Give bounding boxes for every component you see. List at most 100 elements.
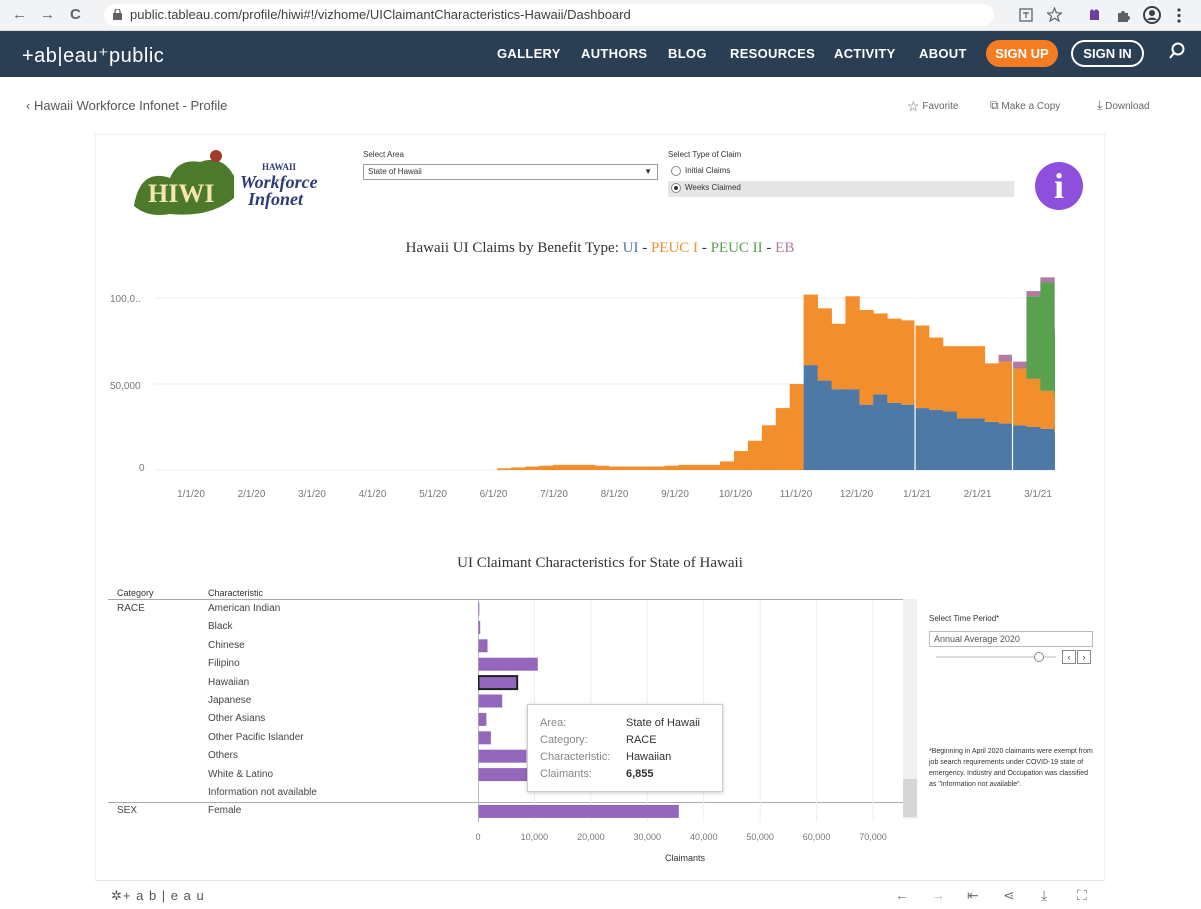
- bar-eb[interactable]: [1026, 291, 1041, 297]
- puzzle-icon[interactable]: [1116, 8, 1130, 22]
- bar-ui[interactable]: [984, 421, 999, 470]
- bar-female[interactable]: [478, 804, 679, 818]
- nav-gallery[interactable]: GALLERY: [497, 46, 561, 61]
- bar-ui[interactable]: [942, 411, 958, 470]
- redo-icon[interactable]: →: [931, 887, 945, 903]
- bar-peuc-i[interactable]: [845, 296, 860, 390]
- bar-peuc-i[interactable]: [608, 466, 624, 470]
- extension-icon[interactable]: [1088, 8, 1101, 22]
- bar-other-pacific-islander[interactable]: [478, 731, 491, 745]
- bar-peuc-i[interactable]: [761, 425, 777, 470]
- bar-eb[interactable]: [1054, 328, 1055, 333]
- bar-peuc-ii[interactable]: [1040, 282, 1055, 391]
- nav-blog[interactable]: BLOG: [668, 46, 707, 61]
- bar-peuc-i[interactable]: [817, 308, 832, 381]
- bar-ui[interactable]: [956, 418, 972, 470]
- bar-peuc-i[interactable]: [692, 464, 707, 470]
- bar-peuc-i[interactable]: [831, 323, 846, 390]
- back-arrow-icon[interactable]: ←: [12, 6, 27, 23]
- bar-peuc-i[interactable]: [747, 440, 763, 470]
- bar-ui[interactable]: [817, 380, 832, 470]
- bar-peuc-i[interactable]: [928, 337, 944, 410]
- table-scrollbar[interactable]: [903, 599, 917, 819]
- bar-ui[interactable]: [1040, 428, 1055, 470]
- bar-ui[interactable]: [803, 365, 818, 470]
- profile-icon[interactable]: [1143, 6, 1161, 24]
- bar-peuc-i[interactable]: [901, 320, 916, 405]
- bar-ui[interactable]: [970, 418, 986, 470]
- bar-peuc-i[interactable]: [664, 465, 679, 470]
- bar-peuc-i[interactable]: [525, 466, 540, 470]
- bar-ui[interactable]: [1026, 427, 1041, 470]
- bar-peuc-i[interactable]: [887, 318, 902, 403]
- bar-eb[interactable]: [1012, 361, 1027, 369]
- bar-peuc-i[interactable]: [859, 310, 874, 405]
- scrollbar-thumb[interactable]: [903, 779, 917, 817]
- address-bar[interactable]: public.tableau.com/profile/hiwi#!/vizhom…: [104, 4, 994, 26]
- nav-resources[interactable]: RESOURCES: [730, 46, 815, 61]
- bar-peuc-i[interactable]: [636, 466, 651, 470]
- bar-peuc-i[interactable]: [594, 465, 610, 470]
- bar-ui[interactable]: [873, 394, 888, 470]
- claims-area-chart[interactable]: [155, 270, 1055, 480]
- share-icon[interactable]: ⋖: [1003, 887, 1015, 904]
- bar-peuc-i[interactable]: [539, 465, 554, 470]
- bar-other-asians[interactable]: [478, 712, 487, 726]
- download-viz-icon[interactable]: ⤓: [1041, 887, 1047, 904]
- bar-peuc-i[interactable]: [1040, 390, 1055, 429]
- bar-peuc-i[interactable]: [775, 408, 791, 470]
- bar-peuc-i[interactable]: [970, 346, 986, 419]
- make-copy-button[interactable]: ⧉ Make a Copy: [990, 98, 1060, 113]
- bar-filipino[interactable]: [478, 657, 538, 671]
- bar-peuc-i[interactable]: [915, 325, 930, 409]
- search-icon[interactable]: [1168, 42, 1186, 60]
- bar-peuc-i[interactable]: [1026, 378, 1041, 427]
- time-period-dropdown[interactable]: Annual Average 2020: [929, 631, 1093, 647]
- bar-ui[interactable]: [1012, 425, 1027, 470]
- select-area-dropdown[interactable]: State of Hawaii ▼: [363, 164, 658, 180]
- bar-ui[interactable]: [998, 423, 1013, 470]
- bar-peuc-i[interactable]: [873, 313, 888, 395]
- bar-peuc-i[interactable]: [566, 464, 582, 470]
- bar-peuc-i[interactable]: [1054, 396, 1055, 433]
- bar-peuc-i[interactable]: [497, 468, 512, 470]
- fullscreen-icon[interactable]: ⛶: [1077, 887, 1087, 904]
- bar-peuc-i[interactable]: [803, 294, 818, 366]
- bar-peuc-i[interactable]: [998, 361, 1013, 424]
- bar-hawaiian[interactable]: [478, 675, 519, 691]
- bar-ui[interactable]: [928, 409, 944, 470]
- bar-peuc-i[interactable]: [984, 363, 999, 422]
- next-period-button[interactable]: ›: [1077, 650, 1091, 664]
- sign-in-button[interactable]: SIGN IN: [1071, 40, 1144, 67]
- bar-peuc-i[interactable]: [1012, 368, 1027, 426]
- bar-eb[interactable]: [1040, 277, 1055, 283]
- menu-dots-icon[interactable]: [1176, 8, 1182, 23]
- time-slider-handle[interactable]: [1034, 652, 1044, 662]
- radio-weeks-claimed[interactable]: Weeks Claimed: [668, 181, 1014, 197]
- download-button[interactable]: ⤓ Download: [1097, 98, 1150, 113]
- bar-ui[interactable]: [887, 402, 902, 470]
- reload-icon[interactable]: C: [70, 6, 81, 23]
- bar-ui[interactable]: [1054, 432, 1055, 470]
- favorite-button[interactable]: ☆ Favorite: [907, 98, 958, 115]
- bar-peuc-i[interactable]: [734, 451, 749, 470]
- bar-ui[interactable]: [845, 389, 860, 470]
- bar-others[interactable]: [478, 749, 527, 763]
- profile-back-link[interactable]: ‹ Hawaii Workforce Infonet - Profile: [26, 98, 227, 113]
- bar-peuc-i[interactable]: [511, 467, 526, 470]
- star-icon[interactable]: [1047, 7, 1062, 22]
- bar-ui[interactable]: [831, 389, 846, 470]
- bar-japanese[interactable]: [478, 694, 503, 708]
- bar-peuc-i[interactable]: [650, 466, 665, 470]
- bar-peuc-ii[interactable]: [1054, 332, 1055, 397]
- revert-icon[interactable]: ⇤: [967, 887, 979, 904]
- bar-peuc-i[interactable]: [622, 466, 637, 470]
- sign-up-button[interactable]: SIGN UP: [986, 40, 1058, 67]
- bar-chinese[interactable]: [478, 639, 488, 653]
- info-button[interactable]: i: [1035, 162, 1083, 210]
- bar-peuc-i[interactable]: [942, 346, 958, 412]
- bar-peuc-i[interactable]: [956, 346, 972, 419]
- bar-peuc-i[interactable]: [678, 464, 693, 470]
- undo-icon[interactable]: ←: [895, 887, 909, 903]
- prev-period-button[interactable]: ‹: [1062, 650, 1076, 664]
